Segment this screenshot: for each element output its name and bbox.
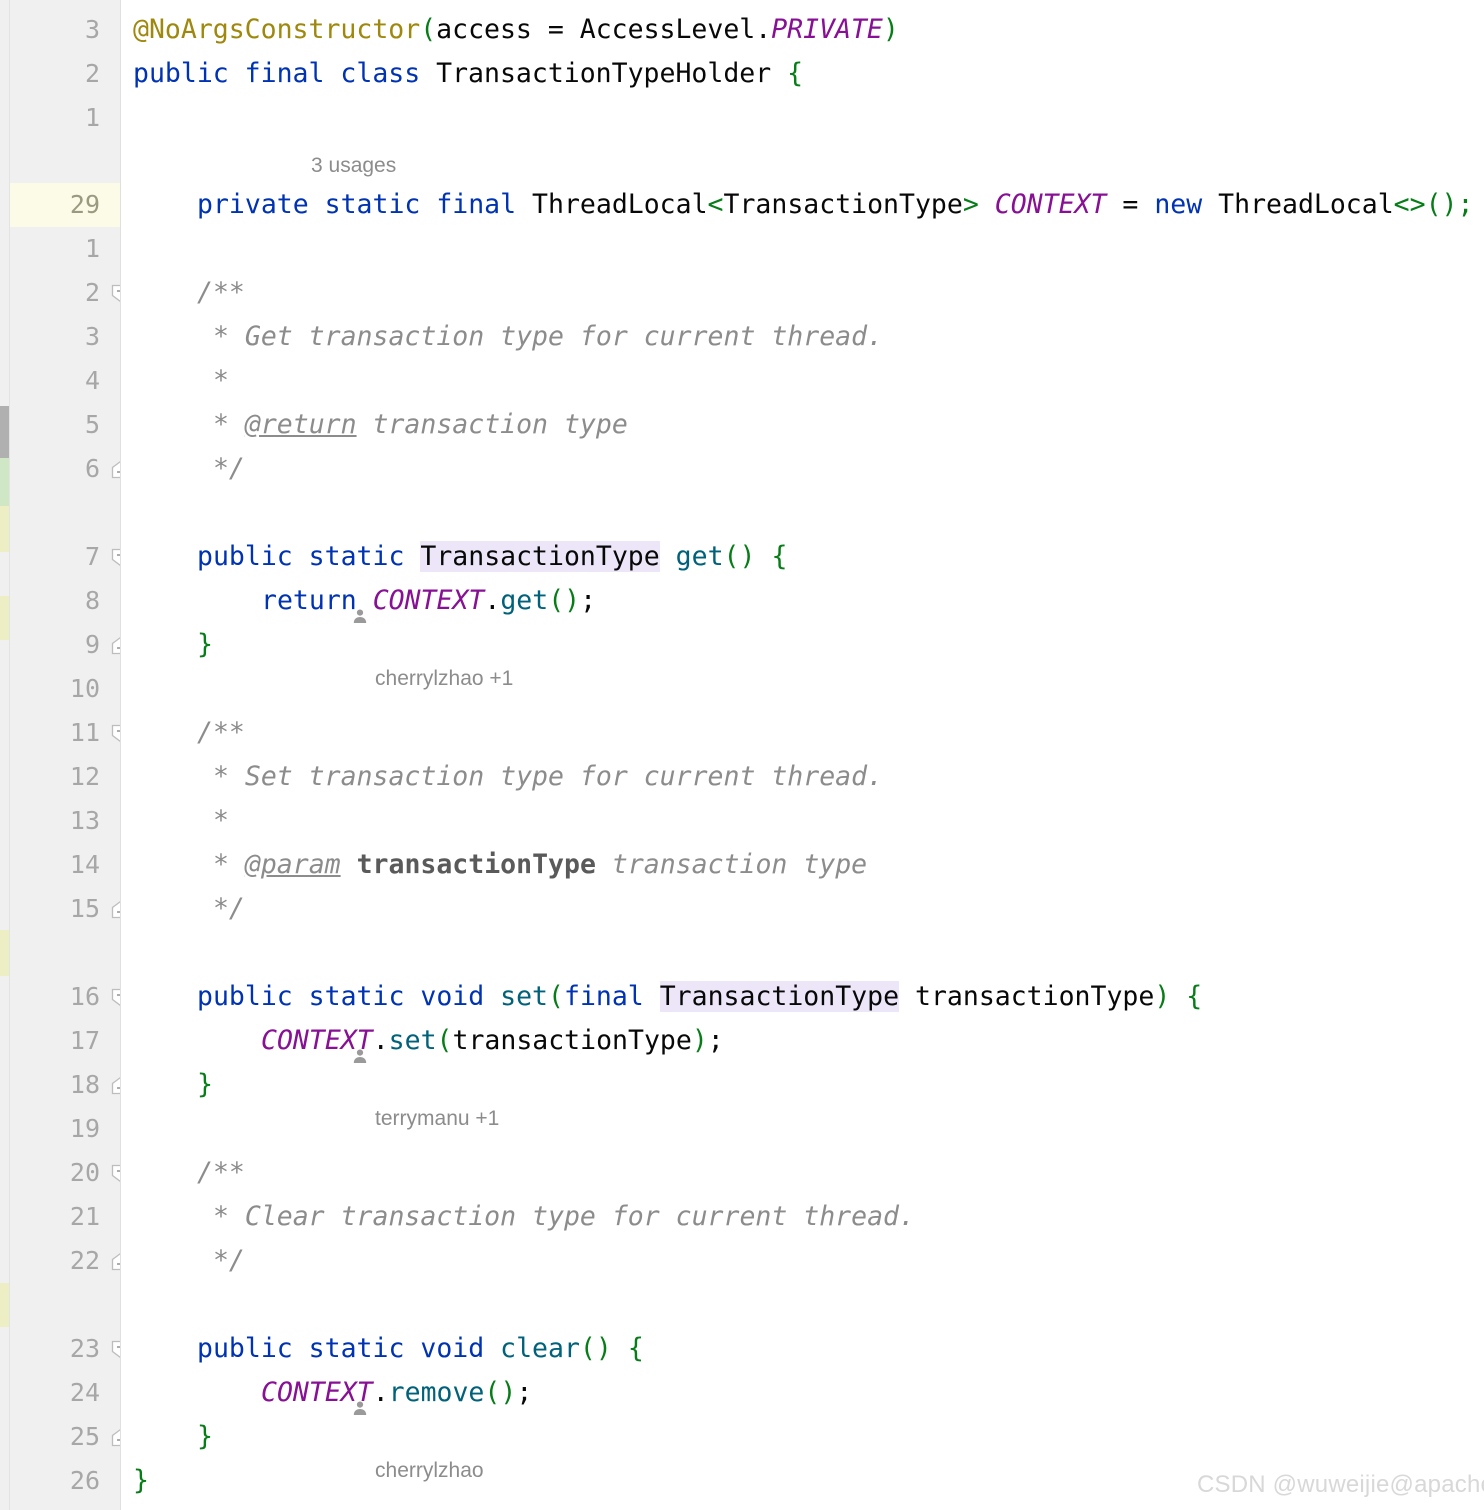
line-number[interactable]: 25 <box>0 1415 100 1459</box>
vcs-mark-changed-4[interactable] <box>0 1283 9 1327</box>
usages-label: 3 usages <box>311 154 397 177</box>
identifier-highlight: TransactionType <box>420 541 660 572</box>
inlay-hint-usages[interactable]: 3 usages <box>311 147 396 185</box>
line-number[interactable]: 3 <box>0 8 100 52</box>
identifier-highlight: TransactionType <box>659 981 900 1012</box>
author-label: cherrylzhao +1 <box>375 667 514 690</box>
code-line-method-clear[interactable]: public static void clear() { <box>121 1327 1484 1371</box>
javadoc-param-name: transactionType <box>356 849 596 880</box>
vcs-mark-changed-2[interactable] <box>0 596 9 640</box>
code-line-javadoc[interactable]: */ <box>121 447 1484 491</box>
code-line-context-field[interactable]: private static final ThreadLocal<Transac… <box>121 183 1484 227</box>
code-line-close-brace[interactable]: } <box>121 623 1484 667</box>
code-line-javadoc[interactable]: /** <box>121 711 1484 755</box>
inlay-hint-author[interactable]: cherrylzhao +1 <box>317 494 513 690</box>
line-number[interactable]: 12 <box>0 755 100 799</box>
line-number[interactable]: 19 <box>0 1107 100 1151</box>
line-number[interactable]: 1 <box>0 227 100 271</box>
line-number[interactable]: 10 <box>0 667 100 711</box>
vcs-mark-added[interactable] <box>0 458 9 506</box>
line-number[interactable]: 18 <box>0 1063 100 1107</box>
line-number[interactable]: 9 <box>0 623 100 667</box>
code-line-method-set[interactable]: public static void set(final Transaction… <box>121 975 1484 1019</box>
author-label: terrymanu +1 <box>375 1107 500 1130</box>
line-number[interactable]: 3 <box>0 315 100 359</box>
line-number[interactable]: 2 <box>0 52 100 96</box>
code-line-annotation[interactable]: @NoArgsConstructor(access = AccessLevel.… <box>121 8 1484 52</box>
gutter-separator <box>120 0 121 1510</box>
line-number[interactable]: 13 <box>0 799 100 843</box>
code-line-class-decl[interactable]: public final class TransactionTypeHolder… <box>121 52 1484 96</box>
annotation-token: @NoArgsConstructor <box>133 14 421 45</box>
line-number[interactable]: 11 <box>0 711 100 755</box>
line-number[interactable]: 2 <box>0 271 100 315</box>
code-line-javadoc[interactable]: * @param transactionType transaction typ… <box>121 843 1484 887</box>
vcs-mark-changed[interactable] <box>0 506 9 552</box>
code-line-javadoc[interactable]: * Set transaction type for current threa… <box>121 755 1484 799</box>
vcs-mark-modified[interactable] <box>0 406 9 458</box>
line-number[interactable]: 24 <box>0 1371 100 1415</box>
line-number[interactable]: 22 <box>0 1239 100 1283</box>
line-number[interactable]: 17 <box>0 1019 100 1063</box>
inlay-hint-author[interactable]: terrymanu +1 <box>317 934 499 1130</box>
code-line-javadoc[interactable]: * Clear transaction type for current thr… <box>121 1195 1484 1239</box>
inlay-hint-author[interactable]: cherrylzhao <box>317 1286 484 1482</box>
code-line-javadoc[interactable]: */ <box>121 1239 1484 1283</box>
code-line-close-brace[interactable]: } <box>121 1415 1484 1459</box>
code-line-method-get[interactable]: public static TransactionType get() { <box>121 535 1484 579</box>
code-line-javadoc[interactable]: /** <box>121 1151 1484 1195</box>
line-number[interactable]: 15 <box>0 887 100 931</box>
line-number[interactable]: 4 <box>0 359 100 403</box>
vcs-change-strip[interactable] <box>0 0 10 1510</box>
line-number[interactable]: 8 <box>0 579 100 623</box>
line-number[interactable]: 5 <box>0 403 100 447</box>
line-number[interactable]: 6 <box>0 447 100 491</box>
code-line-javadoc[interactable]: * Get transaction type for current threa… <box>121 315 1484 359</box>
line-number[interactable]: 23 <box>0 1327 100 1371</box>
code-line-statement[interactable]: CONTEXT.set(transactionType); <box>121 1019 1484 1063</box>
code-line-close-brace[interactable]: } <box>121 1063 1484 1107</box>
code-editor[interactable]: 3 2 1 29 1 2 3 4 5 6 7 8 9 10 11 12 13 1… <box>0 0 1484 1510</box>
line-number-current[interactable]: 29 <box>0 183 100 227</box>
watermark: CSDN @wuweijie@apache.org <box>1197 1471 1484 1498</box>
code-content[interactable]: @NoArgsConstructor(access = AccessLevel.… <box>121 0 1484 1510</box>
code-line-statement[interactable]: CONTEXT.remove(); <box>121 1371 1484 1415</box>
code-line-return[interactable]: return CONTEXT.get(); <box>121 579 1484 623</box>
javadoc-return-tag: @return <box>244 409 357 440</box>
line-number[interactable]: 16 <box>0 975 100 1019</box>
line-number[interactable]: 14 <box>0 843 100 887</box>
line-number[interactable]: 26 <box>0 1459 100 1503</box>
line-number[interactable]: 20 <box>0 1151 100 1195</box>
code-line-javadoc[interactable]: * <box>121 359 1484 403</box>
line-number[interactable]: 7 <box>0 535 100 579</box>
line-number[interactable]: 1 <box>0 96 100 140</box>
line-number[interactable]: 21 <box>0 1195 100 1239</box>
code-line-javadoc[interactable]: * <box>121 799 1484 843</box>
javadoc-param-tag: @param <box>244 849 341 880</box>
code-line-javadoc[interactable]: /** <box>121 271 1484 315</box>
code-line-javadoc[interactable]: */ <box>121 887 1484 931</box>
vcs-mark-changed-3[interactable] <box>0 930 9 976</box>
code-line-javadoc[interactable]: * @return transaction type <box>121 403 1484 447</box>
